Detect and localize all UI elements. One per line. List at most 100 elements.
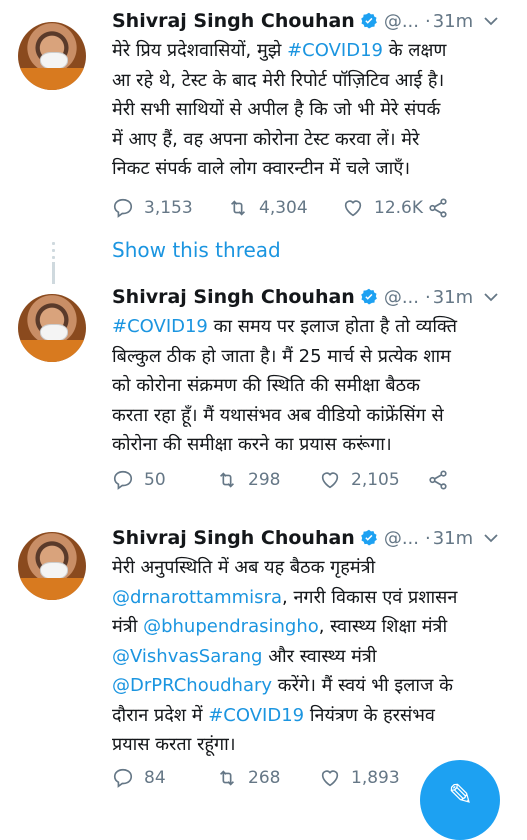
timestamp[interactable]: 31m [433, 11, 473, 32]
share-button[interactable] [427, 465, 449, 495]
like-count: 2,105 [351, 470, 400, 490]
text-segment: दौरान प्रदेश में [112, 704, 209, 726]
text-segment: और स्वास्थ्य मंत्री [262, 645, 377, 667]
mention-link[interactable]: @drnarottammisra [112, 587, 282, 608]
author-handle[interactable]: @... [384, 287, 419, 308]
timestamp[interactable]: 31m [433, 287, 473, 308]
reply-icon [113, 768, 133, 788]
like-icon [321, 770, 339, 787]
retweet-button[interactable]: 4,304 [227, 193, 308, 223]
text-segment: प्रयास करता रहूंगा। [112, 734, 236, 755]
text-segment: मेरे प्रिय प्रदेशवासियों, मुझे [112, 40, 288, 61]
share-button[interactable] [427, 193, 449, 223]
chevron-down-icon[interactable] [484, 533, 498, 543]
reply-button[interactable]: 3,153 [112, 193, 193, 223]
reply-count: 50 [144, 470, 166, 490]
text-segment: आ रहे थे, टेस्ट के बाद मेरी रिपोर्ट पॉज़… [112, 69, 445, 91]
thread-connector [52, 242, 55, 263]
separator-dot: · [425, 10, 431, 32]
tweet-text-line: मेरे प्रिय प्रदेशवासियों, मुझे #COVID19 … [112, 36, 512, 66]
tweet-text-line: दौरान प्रदेश में #COVID19 नियंत्रण के हर… [112, 701, 512, 731]
text-segment: में आए हैं, वह अपना कोरोना टेस्ट करवा ले… [112, 128, 420, 150]
text-segment: करता रहा हूँ। मैं यथासंभव अब वीडियो कांफ… [112, 404, 444, 426]
text-segment: , नगरी विकास एवं प्रशासन [282, 586, 458, 608]
hashtag-link[interactable]: #COVID19 [287, 40, 383, 61]
text-segment: नियंत्रण के हरसंभव [304, 704, 435, 726]
author-handle[interactable]: @... [384, 11, 419, 32]
tweet-actions: 3,153 4,304 12.6K [112, 193, 512, 223]
reply-count: 84 [144, 768, 166, 788]
retweet-icon [230, 200, 246, 216]
retweet-button[interactable]: 298 [216, 465, 280, 495]
tweet-text-line: निकट संपर्क वाले लोग क्वारन्टीन में चले … [112, 154, 512, 184]
text-segment: का समय पर इलाज होता है तो व्यक्ति [207, 316, 457, 337]
text-segment: के लक्षण [382, 40, 447, 61]
tweet-text-line: करता रहा हूँ। मैं यथासंभव अब वीडियो कांफ… [112, 401, 512, 431]
verified-badge-icon [361, 288, 377, 305]
hashtag-link[interactable]: #COVID19 [208, 705, 304, 726]
author-name[interactable]: Shivraj Singh Chouhan [112, 286, 355, 308]
tweet-text-line: कोरोना की समीक्षा करने का प्रयास करूंगा। [112, 430, 512, 460]
retweet-button[interactable]: 268 [216, 763, 280, 793]
tweet-header: Shivraj Singh Chouhan @... · 31m [112, 6, 473, 36]
avatar[interactable] [18, 294, 86, 362]
reply-button[interactable]: 50 [112, 465, 166, 495]
compose-button[interactable]: ✎ [420, 760, 500, 840]
author-name[interactable]: Shivraj Singh Chouhan [112, 527, 355, 549]
avatar[interactable] [18, 532, 86, 600]
tweet-text: मेरे प्रिय प्रदेशवासियों, मुझे #COVID19 … [112, 36, 512, 184]
tweet-text-line: आ रहे थे, टेस्ट के बाद मेरी रिपोर्ट पॉज़… [112, 66, 512, 96]
show-thread-link[interactable]: Show this thread [112, 238, 281, 262]
text-segment: , स्वास्थ्य शिक्षा मंत्री [318, 616, 448, 637]
hashtag-link[interactable]: #COVID19 [112, 316, 208, 337]
text-segment: मेरी अनुपस्थिति में अब यह बैठक गृहमंत्री [112, 557, 376, 578]
retweet-count: 298 [248, 470, 281, 490]
thread-line [52, 262, 55, 284]
author-name[interactable]: Shivraj Singh Chouhan [112, 10, 355, 32]
share-icon [429, 198, 447, 218]
like-icon [321, 472, 339, 489]
timestamp[interactable]: 31m [433, 528, 473, 549]
retweet-count: 268 [248, 768, 281, 788]
avatar[interactable] [18, 22, 86, 90]
reply-icon [113, 198, 133, 218]
mention-link[interactable]: @bhupendrasingho [143, 616, 319, 637]
separator-dot: · [425, 527, 431, 549]
tweet-header: Shivraj Singh Chouhan @... · 31m [112, 282, 473, 312]
like-button[interactable]: 12.6K [342, 193, 423, 223]
text-segment: को कोरोना संक्रमण की स्थिति की समीक्षा ब… [112, 375, 420, 396]
mention-link[interactable]: @VishvasSarang [112, 646, 263, 667]
tweet-text-line: #COVID19 का समय पर इलाज होता है तो व्यक्… [112, 312, 512, 342]
text-segment: मेरी सभी साथियों से अपील है कि जो भी मेर… [112, 99, 441, 120]
retweet-count: 4,304 [259, 198, 308, 218]
tweet-text-line: प्रयास करता रहूंगा। [112, 730, 512, 760]
tweet-text-line: @drnarottammisra, नगरी विकास एवं प्रशासन [112, 583, 512, 613]
verified-badge-icon [361, 12, 377, 29]
retweet-icon [219, 472, 235, 488]
like-count: 1,893 [351, 768, 400, 788]
tweet-text-line: मेरी सभी साथियों से अपील है कि जो भी मेर… [112, 95, 512, 125]
tweet-text-line: @DrPRChoudhary करेंगे। मैं स्वयं भी इलाज… [112, 671, 512, 701]
tweet-header: Shivraj Singh Chouhan @... · 31m [112, 523, 473, 553]
reply-icon [113, 470, 133, 490]
chevron-down-icon[interactable] [484, 16, 498, 26]
text-segment: निकट संपर्क वाले लोग क्वारन्टीन में चले … [112, 158, 411, 179]
text-segment: बिल्कुल ठीक हो जाता है। मैं 25 मार्च से … [112, 345, 451, 367]
like-count: 12.6K [374, 198, 423, 218]
like-button[interactable]: 2,105 [319, 465, 400, 495]
verified-badge-icon [361, 529, 377, 546]
text-segment: कोरोना की समीक्षा करने का प्रयास करूंगा। [112, 434, 392, 455]
reply-button[interactable]: 84 [112, 763, 166, 793]
text-segment: करेंगे। मैं स्वयं भी इलाज के [272, 675, 453, 696]
like-icon [344, 200, 362, 217]
mention-link[interactable]: @DrPRChoudhary [112, 675, 272, 696]
retweet-icon [219, 770, 235, 786]
chevron-down-icon[interactable] [484, 292, 498, 302]
tweet-text-line: मंत्री @bhupendrasingho, स्वास्थ्य शिक्ष… [112, 612, 512, 642]
author-handle[interactable]: @... [384, 528, 419, 549]
like-button[interactable]: 1,893 [319, 763, 400, 793]
text-segment: मंत्री [112, 616, 144, 637]
tweet-text: #COVID19 का समय पर इलाज होता है तो व्यक्… [112, 312, 512, 460]
tweet-text-line: @VishvasSarang और स्वास्थ्य मंत्री [112, 642, 512, 672]
tweet-text: मेरी अनुपस्थिति में अब यह बैठक गृहमंत्री… [112, 553, 512, 760]
